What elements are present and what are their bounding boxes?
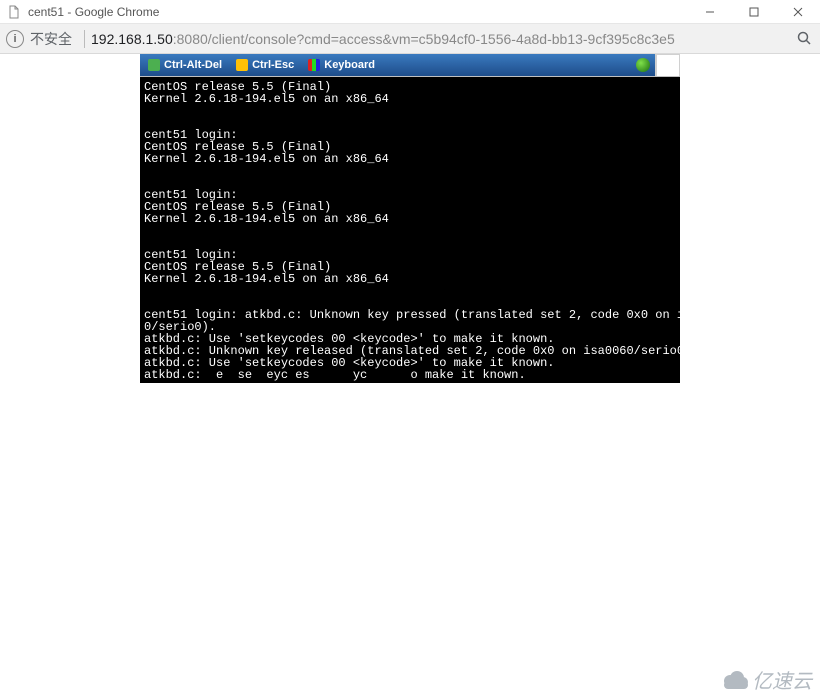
search-icon[interactable] xyxy=(796,30,814,48)
ctrl-alt-del-button[interactable]: Ctrl-Alt-Del xyxy=(148,59,222,71)
watermark: 亿速云 xyxy=(724,665,812,694)
keyboard-icon xyxy=(308,59,320,71)
key-icon xyxy=(236,59,248,71)
divider xyxy=(84,30,85,48)
window-title: cent51 - Google Chrome xyxy=(28,5,159,19)
ctrl-esc-button[interactable]: Ctrl-Esc xyxy=(236,59,294,71)
monitor-icon xyxy=(148,59,160,71)
url-field[interactable]: 192.168.1.50:8080/client/console?cmd=acc… xyxy=(91,31,790,47)
url-rest: :8080/client/console?cmd=access&vm=c5b94… xyxy=(173,31,675,47)
url-host: 192.168.1.50 xyxy=(91,31,173,47)
window-title-bar: cent51 - Google Chrome xyxy=(0,0,820,24)
close-button[interactable] xyxy=(776,0,820,24)
console-window: Ctrl-Alt-Del Ctrl-Esc Keyboard CentOS re… xyxy=(140,54,680,383)
ctrl-esc-label: Ctrl-Esc xyxy=(252,59,294,71)
address-bar: i 不安全 192.168.1.50:8080/client/console?c… xyxy=(0,24,820,54)
cloud-icon xyxy=(724,671,748,689)
page-content: Ctrl-Alt-Del Ctrl-Esc Keyboard CentOS re… xyxy=(0,54,820,696)
keyboard-button[interactable]: Keyboard xyxy=(308,59,375,71)
terminal-output[interactable]: CentOS release 5.5 (Final) Kernel 2.6.18… xyxy=(140,77,680,383)
keyboard-label: Keyboard xyxy=(324,59,375,71)
insecure-label[interactable]: 不安全 xyxy=(30,29,72,49)
watermark-text: 亿速云 xyxy=(752,665,812,694)
page-icon xyxy=(6,4,22,20)
console-toolbar: Ctrl-Alt-Del Ctrl-Esc Keyboard xyxy=(140,54,656,76)
maximize-button[interactable] xyxy=(732,0,776,24)
status-indicator-icon xyxy=(636,58,650,72)
ctrl-alt-del-label: Ctrl-Alt-Del xyxy=(164,59,222,71)
info-icon[interactable]: i xyxy=(6,30,24,48)
minimize-button[interactable] xyxy=(688,0,732,24)
